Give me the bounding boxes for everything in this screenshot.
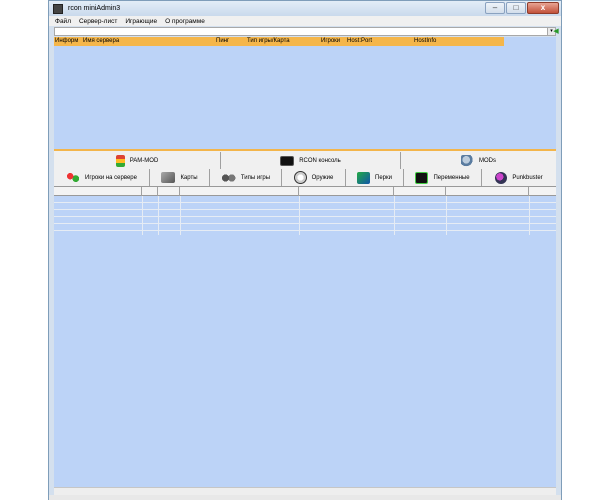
gears-icon <box>461 154 474 167</box>
players-table-header <box>54 187 556 196</box>
close-button[interactable]: x <box>527 2 559 14</box>
tab-label: MODs <box>479 157 496 164</box>
grid-line <box>142 196 143 235</box>
grid-line <box>529 196 530 235</box>
col-hostinfo[interactable]: HostInfo <box>414 38 436 44</box>
tab-label: Игроки на сервере <box>85 174 137 181</box>
console-icon <box>280 155 295 166</box>
perks-icon <box>357 171 371 184</box>
maximize-button[interactable]: □ <box>506 2 526 14</box>
tab-label: Переменные <box>433 174 470 181</box>
col-host-port[interactable]: Host:Port <box>347 38 372 44</box>
game-types-icon <box>220 172 236 183</box>
grid-line <box>180 196 181 235</box>
window-controls: – □ x <box>485 2 559 14</box>
app-icon <box>53 3 63 14</box>
status-bar <box>49 495 561 500</box>
menu-file[interactable]: Файл <box>55 18 71 25</box>
tab-game-types[interactable]: Типы игры <box>210 169 282 186</box>
players-col-2[interactable] <box>142 187 158 196</box>
col-info[interactable]: Информ <box>55 38 78 44</box>
tab-variables[interactable]: Переменные <box>404 169 482 186</box>
grid-line <box>54 216 556 217</box>
tab-pam-mod[interactable]: PAM-MOD <box>54 152 221 169</box>
tab-rcon-console[interactable]: RCON консоль <box>221 152 401 169</box>
grid-line <box>54 202 556 203</box>
grid-line <box>158 196 159 235</box>
grid-line <box>54 230 556 231</box>
punkbuster-icon <box>495 171 508 184</box>
tab-players[interactable]: Игроки на сервере <box>54 169 150 186</box>
tab-row-bottom: Игроки на сервере Карты Типы игры Оружие… <box>54 169 556 186</box>
server-address-combo[interactable]: ▾ <box>54 27 556 36</box>
tab-label: RCON консоль <box>299 157 341 164</box>
tab-row-top: PAM-MOD RCON консоль MODs <box>54 152 556 169</box>
tab-label: Типы игры <box>240 174 271 181</box>
grid-line <box>394 196 395 235</box>
server-list-header: Информ Имя сервера Пинг Тип игры/Карта И… <box>54 37 504 46</box>
tab-maps[interactable]: Карты <box>150 169 210 186</box>
players-col-4[interactable] <box>180 187 299 196</box>
tab-punkbuster[interactable]: Punkbuster <box>482 169 556 186</box>
tab-label: PAM-MOD <box>129 157 159 164</box>
players-col-6[interactable] <box>394 187 446 196</box>
players-col-1[interactable] <box>54 187 142 196</box>
weapon-icon <box>293 171 307 184</box>
server-list-table[interactable]: Информ Имя сервера Пинг Тип игры/Карта И… <box>54 37 556 149</box>
menu-server-list[interactable]: Сервер-лист <box>79 18 117 25</box>
menu-bar: Файл Сервер-лист Играющие О программе <box>49 16 561 26</box>
tab-label: Punkbuster <box>512 174 543 181</box>
horizontal-scrollbar[interactable] <box>54 487 556 495</box>
tab-weapons[interactable]: Оружие <box>282 169 346 186</box>
col-gametype-map[interactable]: Тип игры/Карта <box>247 38 290 44</box>
connect-arrow-icon[interactable]: ◀ <box>552 27 560 36</box>
col-ping[interactable]: Пинг <box>216 38 229 44</box>
traffic-light-icon <box>115 154 125 167</box>
menu-about[interactable]: О программе <box>165 18 205 25</box>
title-bar[interactable]: rcon miniAdmin3 – □ x <box>49 1 561 16</box>
tabs-panel: PAM-MOD RCON консоль MODs Игроки на серв… <box>54 151 556 187</box>
players-icon <box>66 171 81 184</box>
tab-mods[interactable]: MODs <box>401 152 556 169</box>
grid-line <box>54 223 556 224</box>
tab-perks[interactable]: Перки <box>346 169 404 186</box>
minimize-button[interactable]: – <box>485 2 505 14</box>
players-table[interactable] <box>54 187 556 487</box>
grid-line <box>299 196 300 235</box>
app-window: rcon miniAdmin3 – □ x Файл Сервер-лист И… <box>48 0 562 500</box>
col-server-name[interactable]: Имя сервера <box>83 38 119 44</box>
menu-players[interactable]: Играющие <box>125 18 157 25</box>
grid-line <box>54 209 556 210</box>
variables-icon <box>415 171 429 184</box>
players-col-5[interactable] <box>299 187 394 196</box>
grid-line <box>446 196 447 235</box>
tab-label: Карты <box>180 174 198 181</box>
tab-label: Перки <box>375 174 392 181</box>
players-col-3[interactable] <box>158 187 180 196</box>
players-col-7[interactable] <box>446 187 529 196</box>
map-icon <box>161 172 176 183</box>
col-players[interactable]: Игроки <box>321 38 340 44</box>
players-col-8[interactable] <box>529 187 556 196</box>
window-title: rcon miniAdmin3 <box>68 5 121 12</box>
tab-label: Оружие <box>311 174 334 181</box>
